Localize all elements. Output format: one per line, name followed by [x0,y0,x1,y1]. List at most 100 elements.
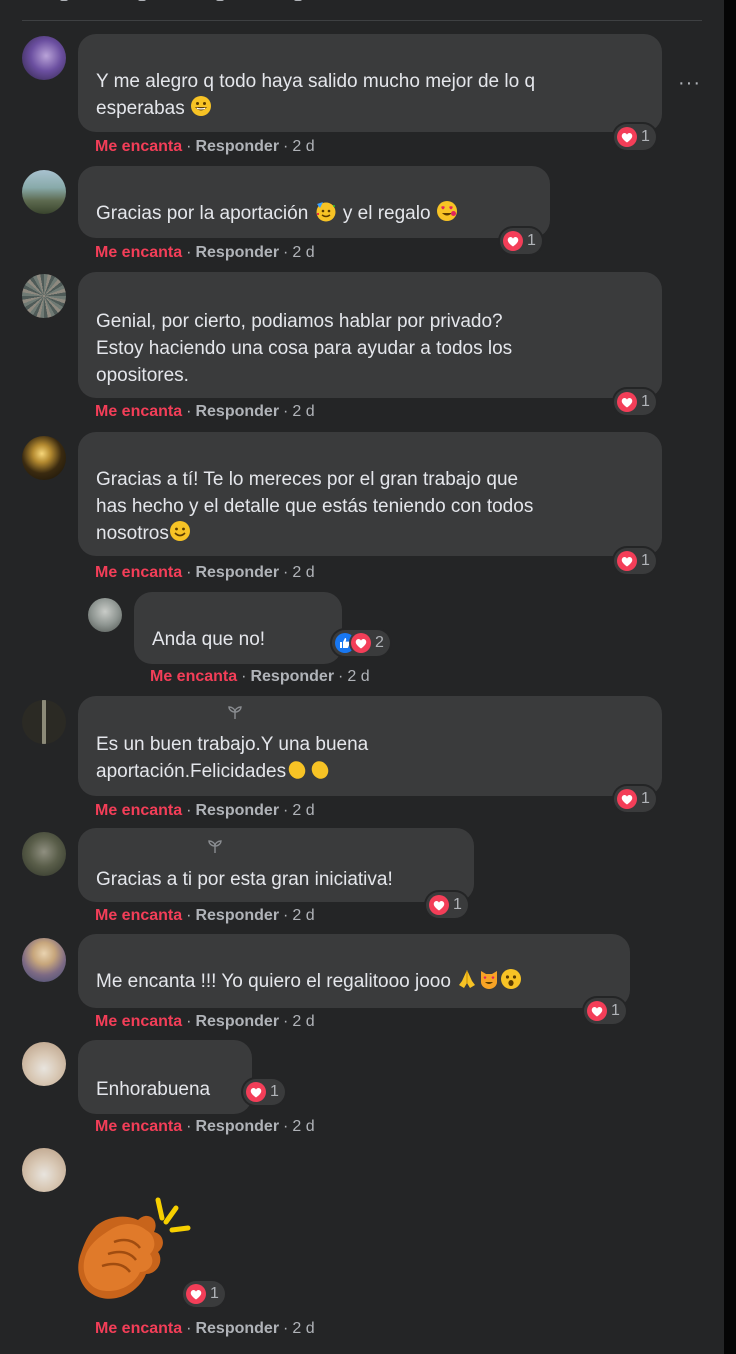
reaction-count: 1 [270,1083,279,1100]
timestamp[interactable]: 2 d [292,564,314,581]
avatar[interactable] [22,170,66,214]
reaction-summary[interactable]: 1 [614,548,656,574]
love-button[interactable]: Me encanta [95,564,182,581]
comment-actions: Me encanta · Responder · 2 d [95,1320,315,1337]
reply-button[interactable]: Responder [250,668,334,685]
reaction-count: 1 [641,790,650,807]
grinning-emoji-icon [190,95,212,125]
avatar[interactable] [22,36,66,80]
comment-bubble: Enhorabuena [78,1040,252,1114]
comment-actions: Me encanta · Responder · 2 d [95,244,315,261]
comment-actions: Me encanta · Responder · 2 d [95,403,315,420]
avatar[interactable] [22,436,66,480]
reaction-summary[interactable]: 1 [614,786,656,812]
reply-button[interactable]: Responder [195,1320,279,1337]
comment-text: Y me alegro q todo haya salido mucho mej… [96,71,536,119]
large-clapping-hands-emoji-icon [74,1190,194,1308]
reaction-summary[interactable]: 1 [243,1079,285,1105]
comment-text-suffix: y el regalo [342,203,431,224]
scrollbar[interactable] [724,0,736,1354]
reaction-summary[interactable]: 1 [183,1281,225,1307]
comment-actions: Me encanta · Responder · 2 d [95,564,315,581]
timestamp[interactable]: 2 d [292,1118,314,1135]
reaction-summary[interactable]: 1 [500,228,542,254]
avatar[interactable] [22,700,66,744]
love-button[interactable]: Me encanta [95,1320,182,1337]
avatar[interactable] [88,598,122,632]
reaction-count: 1 [210,1285,219,1302]
love-reaction-icon [617,789,637,809]
avatar[interactable] [22,1042,66,1086]
reaction-count: 1 [611,1002,620,1019]
comment-text: Enhorabuena [96,1079,211,1100]
timestamp[interactable]: 2 d [292,1013,314,1030]
love-button[interactable]: Me encanta [95,802,182,819]
reply-button[interactable]: Responder [195,907,279,924]
love-button[interactable]: Me encanta [95,403,182,420]
love-button[interactable]: Me encanta [95,244,182,261]
love-reaction-icon [351,633,371,653]
reaction-count: 1 [527,232,536,249]
timestamp[interactable]: 2 d [292,907,314,924]
sprout-icon [226,704,244,723]
timestamp[interactable]: 2 d [292,802,314,819]
reaction-count: 1 [641,552,650,569]
reply-button[interactable]: Responder [195,564,279,581]
reaction-count: 2 [375,634,384,651]
comment-bubble: Y me alegro q todo haya salido mucho mej… [78,34,662,132]
reaction-summary[interactable]: 1 [426,892,468,918]
timestamp[interactable]: 2 d [292,244,314,261]
party-face-emoji-icon [314,200,338,230]
reaction-summary[interactable]: 1 [614,124,656,150]
comment-actions: Me encanta · Responder · 2 d [95,138,315,155]
love-reaction-icon [429,895,449,915]
reply-button[interactable]: Responder [195,138,279,155]
hushed-emoji-icon [500,968,522,998]
comment-bubble: Me encanta !!! Yo quiero el regalitooo j… [78,934,630,1008]
timestamp[interactable]: 2 d [292,138,314,155]
comment-text: Gracias por la aportación [96,203,309,224]
love-button[interactable]: Me encanta [95,907,182,924]
reaction-count: 1 [453,896,462,913]
comment-text: Gracias a ti por esta gran iniciativa! [96,869,393,890]
comment-bubble: Gracias a tí! Te lo mereces por el gran … [78,432,662,556]
comment-actions: Me encanta · Responder · 2 d [95,1118,315,1135]
love-button[interactable]: Me encanta [95,1118,182,1135]
reply-button[interactable]: Responder [195,244,279,261]
reply-button[interactable]: Responder [195,1013,279,1030]
sprout-icon [206,838,224,857]
comment-text: Anda que no! [152,629,266,650]
more-options-icon[interactable]: ··· [678,72,701,95]
comment-bubble: Gracias por la aportación y el regalo [78,166,550,238]
love-reaction-icon [617,392,637,412]
reaction-summary[interactable]: 1 [614,389,656,415]
comment-bubble: Gracias a ti por esta gran iniciativa! [78,828,474,902]
comment-actions: Me encanta · Responder · 2 d [95,907,315,924]
avatar[interactable] [22,1148,66,1192]
comment-bubble: Genial, por cierto, podiamos hablar por … [78,272,662,398]
reply-button[interactable]: Responder [195,802,279,819]
reaction-count: 1 [641,393,650,410]
reaction-summary[interactable]: 2 [332,630,390,656]
comment-actions: Me encanta · Responder · 2 d [95,1013,315,1030]
reply-button[interactable]: Responder [195,403,279,420]
love-reaction-icon [617,127,637,147]
divider [22,20,702,21]
timestamp[interactable]: 2 d [292,403,314,420]
previous-comment-cutoff [60,0,560,2]
avatar[interactable] [22,274,66,318]
love-button[interactable]: Me encanta [150,668,237,685]
cat-heart-eyes-emoji-icon [478,968,500,998]
reaction-summary[interactable]: 1 [584,998,626,1024]
avatar[interactable] [22,938,66,982]
comment-bubble: Anda que no! [134,592,342,664]
comment-actions: Me encanta · Responder · 2 d [150,668,370,685]
timestamp[interactable]: 2 d [347,668,369,685]
love-button[interactable]: Me encanta [95,1013,182,1030]
avatar[interactable] [22,832,66,876]
reply-button[interactable]: Responder [195,1118,279,1135]
comment-bubble: Es un buen trabajo.Y una buena aportació… [78,696,662,796]
love-reaction-icon [503,231,523,251]
timestamp[interactable]: 2 d [292,1320,314,1337]
love-button[interactable]: Me encanta [95,138,182,155]
